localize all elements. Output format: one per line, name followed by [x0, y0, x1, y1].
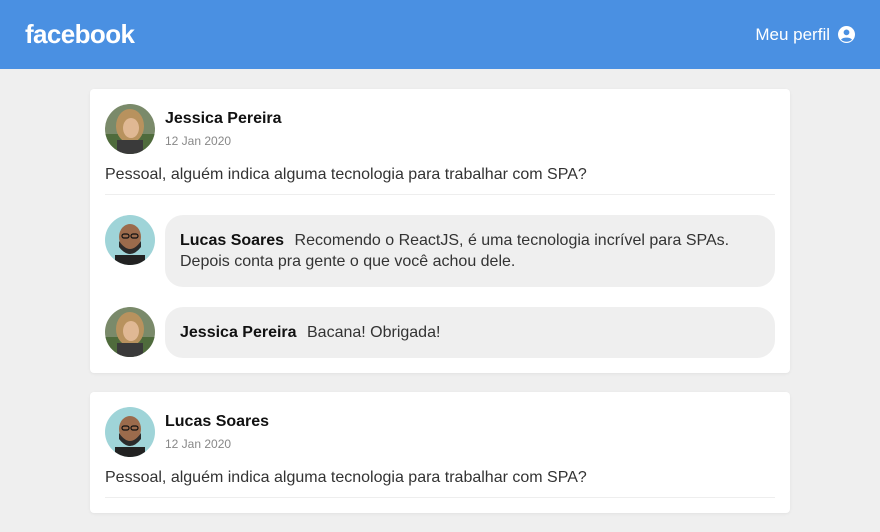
feed: Jessica Pereira 12 Jan 2020 Pessoal, alg…	[90, 89, 790, 532]
comment-author[interactable]: Lucas Soares	[180, 232, 284, 249]
post-header: Lucas Soares 12 Jan 2020	[105, 407, 775, 457]
comment: Jessica Pereira Bacana! Obrigada!	[105, 307, 775, 358]
avatar-lucas[interactable]	[105, 407, 155, 457]
profile-link[interactable]: Meu perfil	[755, 25, 855, 45]
comment-bubble: Jessica Pereira Bacana! Obrigada!	[165, 307, 775, 358]
post-author[interactable]: Lucas Soares	[165, 413, 269, 431]
post-date: 12 Jan 2020	[165, 437, 232, 451]
facebook-logo[interactable]: facebook	[25, 19, 135, 50]
post-card: Jessica Pereira 12 Jan 2020 Pessoal, alg…	[90, 89, 790, 373]
post-header: Jessica Pereira 12 Jan 2020	[105, 104, 775, 154]
comment: Lucas Soares Recomendo o ReactJS, é uma …	[105, 215, 775, 287]
user-circle-icon[interactable]	[838, 26, 855, 43]
profile-label[interactable]: Meu perfil	[755, 25, 830, 45]
avatar-jessica[interactable]	[105, 104, 155, 154]
post-date: 12 Jan 2020	[165, 134, 232, 148]
author-block: Lucas Soares 12 Jan 2020	[165, 413, 269, 451]
comment-bubble: Lucas Soares Recomendo o ReactJS, é uma …	[165, 215, 775, 287]
post-content: Pessoal, alguém indica alguma tecnologia…	[105, 166, 775, 195]
comment-author[interactable]: Jessica Pereira	[180, 324, 297, 341]
avatar-lucas[interactable]	[105, 215, 155, 265]
post-card: Lucas Soares 12 Jan 2020 Pessoal, alguém…	[90, 392, 790, 513]
post-content: Pessoal, alguém indica alguma tecnologia…	[105, 469, 775, 498]
top-header: facebook Meu perfil	[0, 0, 880, 69]
avatar-jessica[interactable]	[105, 307, 155, 357]
author-block: Jessica Pereira 12 Jan 2020	[165, 110, 282, 148]
post-author[interactable]: Jessica Pereira	[165, 110, 282, 128]
comment-text: Bacana! Obrigada!	[307, 324, 441, 341]
